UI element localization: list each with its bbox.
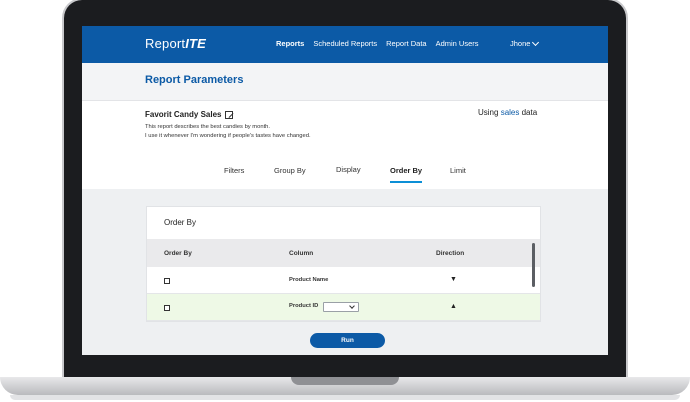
report-name-text: Favorit Candy Sales	[145, 110, 222, 119]
nav-links: Reports Scheduled Reports Report Data Ad…	[276, 39, 479, 48]
logo-prefix: Report	[145, 36, 186, 51]
user-menu[interactable]: Jhone	[510, 38, 540, 48]
column-name: Product ID	[289, 303, 319, 309]
order-by-checkbox[interactable]	[164, 305, 170, 311]
nav-report-data[interactable]: Report Data	[386, 39, 426, 48]
tab-group-by[interactable]: Group By	[274, 166, 306, 181]
edit-icon[interactable]	[225, 110, 234, 119]
report-description: This report describes the best candies b…	[145, 123, 405, 141]
direction-up-icon[interactable]: ▲	[450, 303, 457, 310]
tab-display[interactable]: Display	[336, 165, 361, 180]
parameter-tabs: Filters Group By Display Order By Limit	[82, 165, 608, 190]
order-by-card: Order By Order By Column Direction Produ…	[146, 206, 541, 322]
report-description-line1: This report describes the best candies b…	[145, 124, 271, 130]
nav-reports[interactable]: Reports	[276, 39, 304, 48]
nav-scheduled-reports[interactable]: Scheduled Reports	[313, 39, 377, 48]
report-description-line2: I use it whenever I'm wondering if peopl…	[145, 133, 311, 139]
tab-order-by[interactable]: Order By	[390, 166, 423, 183]
app-logo[interactable]: ReportITE	[145, 36, 206, 51]
column-name: Product Name	[289, 277, 329, 283]
header-direction: Direction	[436, 250, 465, 257]
column-select[interactable]	[323, 302, 359, 312]
table-header: Order By Column Direction	[147, 239, 540, 267]
app-screen: ReportITE Reports Scheduled Reports Repo…	[82, 26, 608, 355]
order-by-checkbox[interactable]	[164, 278, 170, 284]
table-row: Product ID ▲	[147, 294, 540, 321]
title-band: Report Parameters	[82, 63, 608, 101]
header-order-by: Order By	[164, 250, 192, 257]
logo-suffix: ITE	[185, 36, 207, 51]
top-navbar: ReportITE Reports Scheduled Reports Repo…	[82, 26, 608, 63]
laptop-notch	[291, 377, 399, 385]
table-row: Product Name ▼	[147, 267, 540, 294]
scrollbar[interactable]	[532, 243, 535, 287]
using-suffix: data	[521, 108, 538, 117]
chevron-down-icon	[532, 38, 540, 46]
report-name: Favorit Candy Sales	[145, 110, 234, 119]
tab-filters[interactable]: Filters	[224, 166, 244, 181]
laptop-shadow	[10, 395, 680, 400]
run-button[interactable]: Run	[310, 333, 385, 348]
data-source-label: Using sales data	[478, 108, 537, 117]
user-name: Jhone	[510, 39, 531, 48]
direction-down-icon[interactable]: ▼	[450, 276, 457, 283]
card-title: Order By	[164, 218, 197, 227]
page-title: Report Parameters	[145, 74, 244, 86]
nav-admin-users[interactable]: Admin Users	[436, 39, 479, 48]
header-column: Column	[289, 250, 314, 257]
using-prefix: Using	[478, 108, 499, 117]
data-source-link[interactable]: sales	[501, 108, 520, 117]
tab-limit[interactable]: Limit	[450, 166, 466, 181]
